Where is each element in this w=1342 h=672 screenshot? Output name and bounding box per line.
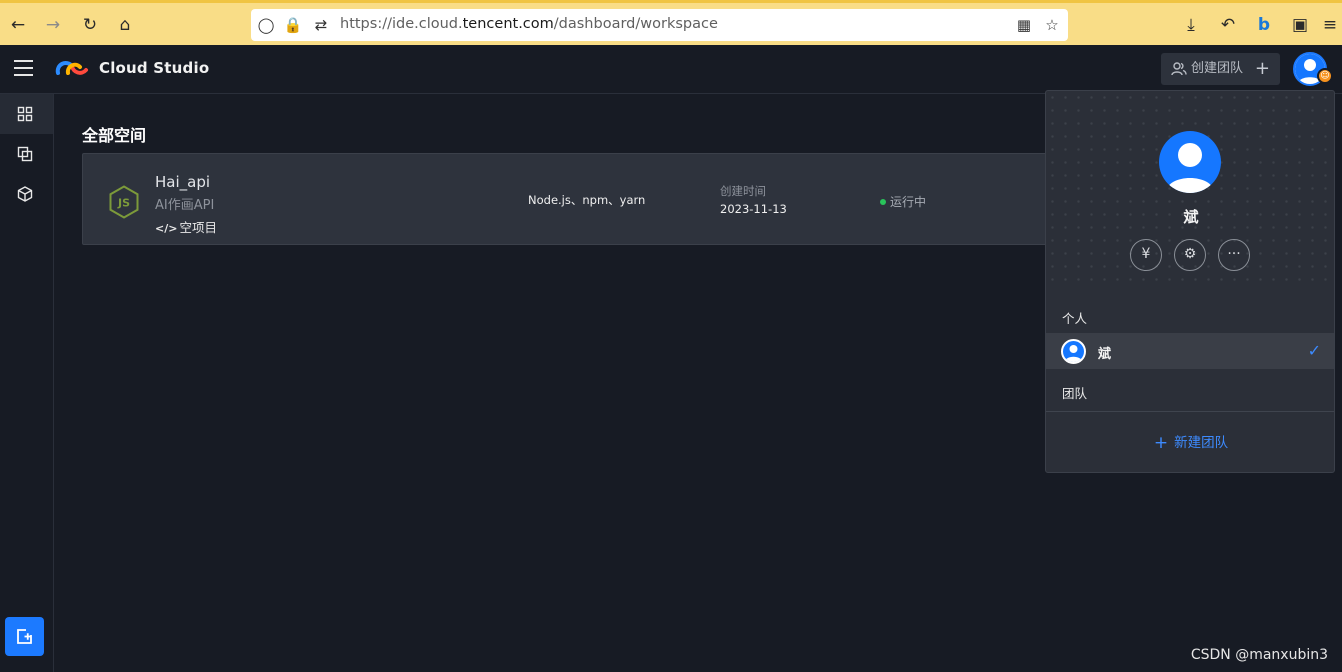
- sidebar-item-resources[interactable]: [0, 174, 53, 214]
- forward-icon[interactable]: →: [43, 15, 63, 35]
- divider: [1046, 411, 1334, 412]
- workspace-environment: Node.js、npm、yarn: [528, 193, 646, 207]
- hamburger-menu-icon[interactable]: [14, 60, 33, 76]
- cube-icon: [17, 186, 33, 202]
- sidebar-item-templates[interactable]: [0, 134, 53, 174]
- back-icon[interactable]: ←: [8, 15, 28, 35]
- workspace-description: AI作画API: [155, 198, 215, 213]
- download-icon[interactable]: ⤓: [1181, 15, 1201, 35]
- create-team-label: 创建团队: [1191, 61, 1244, 76]
- billing-icon[interactable]: ¥: [1130, 239, 1162, 271]
- user-silhouette-icon: [1166, 143, 1214, 193]
- new-team-button[interactable]: + 新建团队: [1046, 431, 1334, 453]
- status-badge: 运行中: [880, 193, 926, 210]
- reload-icon[interactable]: ↻: [80, 15, 100, 35]
- shield-icon[interactable]: ◯: [256, 15, 276, 35]
- panel-user-name: 斌: [1183, 208, 1199, 226]
- extensions-icon[interactable]: ▣: [1290, 15, 1310, 35]
- template-icon: [17, 146, 33, 162]
- new-team-label: 新建团队: [1174, 435, 1229, 451]
- home-icon[interactable]: ⌂: [115, 15, 135, 35]
- bing-icon[interactable]: b: [1254, 15, 1274, 35]
- url-text[interactable]: https://ide.cloud.tencent.com/dashboard/…: [340, 16, 718, 32]
- bookmark-star-icon[interactable]: ☆: [1042, 15, 1062, 35]
- more-icon[interactable]: ···: [1218, 239, 1250, 271]
- plus-icon: +: [1153, 433, 1169, 453]
- user-dropdown-panel: 斌 ¥ ⚙ ··· 个人 斌 ✓ 团队 + 新建团队: [1045, 90, 1335, 473]
- status-text: 运行中: [890, 195, 927, 209]
- account-name: 斌: [1098, 347, 1112, 362]
- undo-icon[interactable]: ↶: [1218, 15, 1238, 35]
- page-title: 全部空间: [82, 126, 147, 145]
- account-avatar: [1061, 339, 1086, 364]
- address-bar[interactable]: ◯ 🔒 ⇄ https://ide.cloud.tencent.com/dash…: [251, 9, 1068, 41]
- lock-icon[interactable]: 🔒: [283, 15, 303, 35]
- user-silhouette-icon: [1065, 345, 1082, 362]
- status-dot-icon: [880, 199, 886, 205]
- sidebar: [0, 94, 54, 672]
- qr-code-icon[interactable]: ▦: [1014, 15, 1034, 35]
- create-team-button[interactable]: 创建团队 +: [1161, 53, 1280, 85]
- app-header: Cloud Studio 创建团队 +: [0, 45, 1342, 94]
- nodejs-icon: JS: [109, 185, 139, 219]
- new-workspace-button[interactable]: [5, 617, 44, 656]
- panel-user-avatar: [1159, 131, 1221, 193]
- workspace-template: </> 空项目: [155, 217, 217, 236]
- add-workspace-icon: [17, 629, 32, 644]
- brand-name: Cloud Studio: [99, 59, 210, 77]
- permissions-icon[interactable]: ⇄: [311, 15, 331, 35]
- user-badge-icon: ☺: [1317, 68, 1333, 84]
- workspace-template-label: 空项目: [179, 220, 217, 235]
- personal-group-label: 个人: [1062, 311, 1088, 326]
- code-icon: </>: [155, 222, 178, 235]
- browser-toolbar: ← → ↻ ⌂ ◯ 🔒 ⇄ https://ide.cloud.tencent.…: [0, 0, 1342, 45]
- plus-icon: +: [1254, 58, 1270, 79]
- workspace-card[interactable]: JS Hai_api AI作画API </> 空项目 Node.js、npm、ya…: [82, 153, 1062, 245]
- team-group-label: 团队: [1062, 386, 1088, 401]
- created-time-value: 2023-11-13: [720, 202, 787, 216]
- watermark: CSDN @manxubin3: [1190, 647, 1328, 663]
- created-time-label: 创建时间: [720, 184, 766, 198]
- workspace-name[interactable]: Hai_api: [155, 173, 210, 191]
- team-icon: [1171, 62, 1187, 76]
- svg-text:JS: JS: [117, 197, 130, 210]
- settings-icon[interactable]: ⚙: [1174, 239, 1206, 271]
- workspace-grid-icon: [17, 106, 33, 122]
- check-icon: ✓: [1307, 341, 1321, 360]
- sidebar-item-workspaces[interactable]: [0, 94, 53, 134]
- menu-icon[interactable]: ≡: [1320, 15, 1340, 35]
- account-row-personal[interactable]: 斌 ✓: [1046, 333, 1334, 369]
- cloud-studio-logo: [55, 61, 88, 75]
